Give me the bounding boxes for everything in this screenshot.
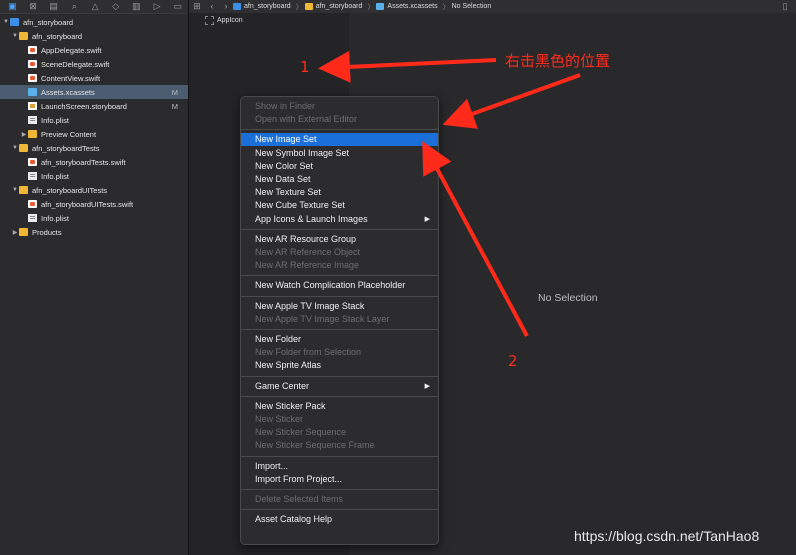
annotation-arrow-3 [422, 140, 529, 337]
annotation-arrow-1 [318, 50, 497, 83]
annotation-note-chinese: 右击黑色的位置 [505, 52, 611, 70]
annotation-arrow-2 [442, 73, 581, 129]
watermark: https://blog.csdn.net/TanHao8 [574, 528, 760, 544]
annotation-label-2: 2 [508, 352, 518, 370]
annotation-arrows [318, 50, 581, 337]
annotation-label-1: 1 [300, 58, 310, 76]
